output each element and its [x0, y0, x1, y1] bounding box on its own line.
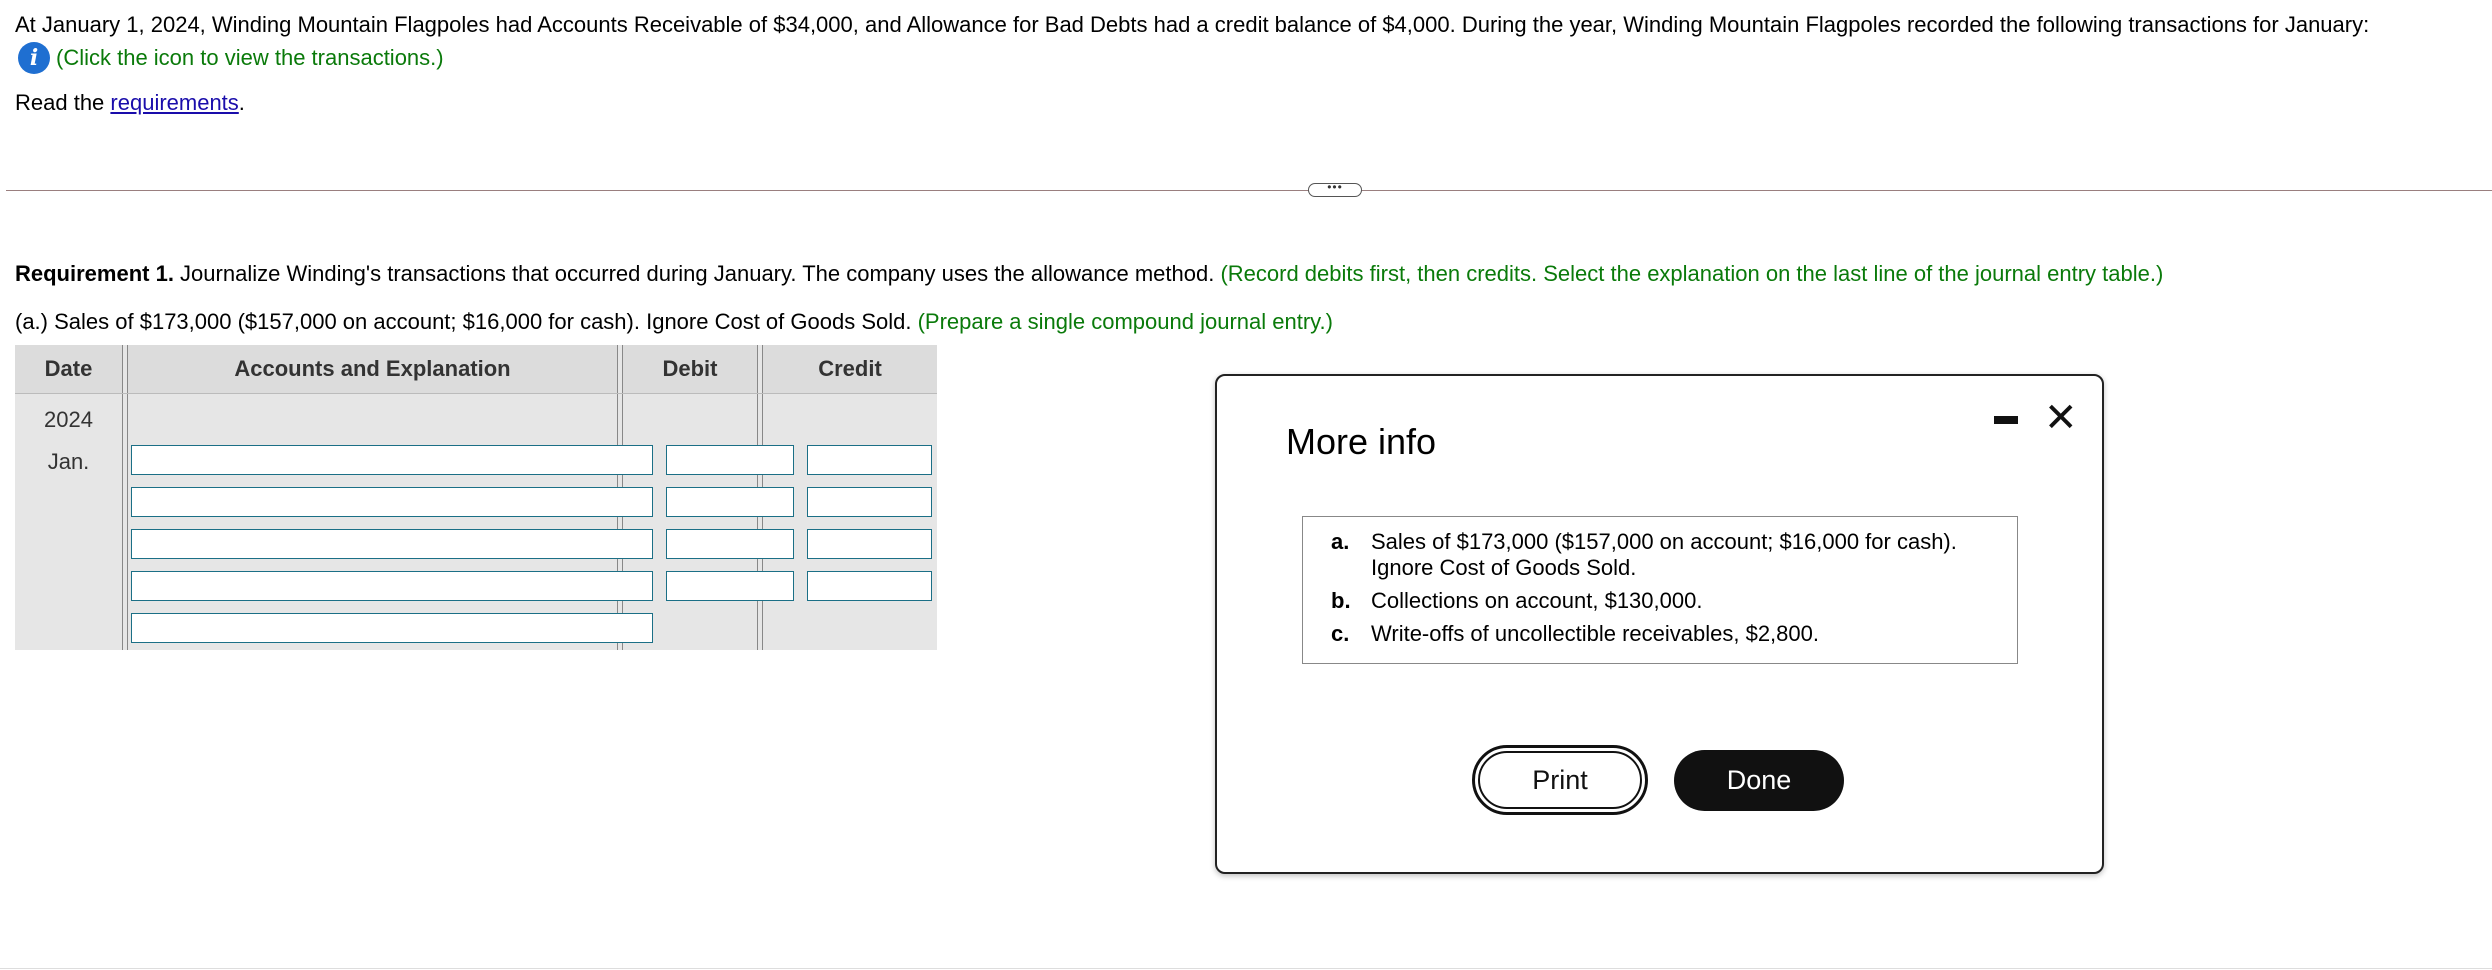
- requirement-1: Requirement 1. Journalize Winding's tran…: [15, 261, 2163, 287]
- transactions-list: a. Sales of $173,000 ($157,000 on accoun…: [1302, 516, 2018, 664]
- debit-input[interactable]: [666, 529, 794, 559]
- section-divider: [6, 190, 2492, 191]
- problem-intro: At January 1, 2024, Winding Mountain Fla…: [15, 12, 2370, 37]
- list-item-text: Sales of $173,000 ($157,000 on account; …: [1371, 529, 1957, 554]
- done-button[interactable]: Done: [1674, 750, 1844, 811]
- account-input[interactable]: [131, 529, 653, 559]
- print-button-label: Print: [1478, 751, 1642, 809]
- journal-entry-table: Date Accounts and Explanation Debit Cred…: [15, 345, 937, 650]
- header-debit: Debit: [623, 345, 757, 393]
- date-month: Jan.: [47, 449, 90, 474]
- requirement-1-label: Requirement 1.: [15, 261, 174, 286]
- credit-input[interactable]: [807, 529, 932, 559]
- header-accounts: Accounts and Explanation: [128, 345, 617, 393]
- header-rule: [15, 393, 937, 394]
- debit-input[interactable]: [666, 487, 794, 517]
- expand-more-button[interactable]: •••: [1308, 181, 1362, 197]
- account-input[interactable]: [131, 571, 653, 601]
- requirement-1-hint: (Record debits first, then credits. Sele…: [1220, 261, 2164, 286]
- click-icon-hint: (Click the icon to view the transactions…: [56, 45, 444, 70]
- transactions-hint-row: i (Click the icon to view the transactio…: [18, 42, 444, 74]
- date-year: 2024: [44, 407, 93, 432]
- print-button[interactable]: Print: [1472, 745, 1648, 815]
- list-item-text: Ignore Cost of Goods Sold.: [1371, 555, 1637, 580]
- column-divider: [122, 345, 128, 650]
- account-input[interactable]: [131, 487, 653, 517]
- bottom-rule: [0, 968, 2492, 969]
- part-a-text: (a.) Sales of $173,000 ($157,000 on acco…: [15, 309, 918, 334]
- read-requirements-row: Read the requirements.: [15, 90, 245, 116]
- header-date: Date: [15, 345, 122, 393]
- minimize-icon[interactable]: [1994, 416, 2018, 424]
- list-item-text: Collections on account, $130,000.: [1371, 588, 1703, 613]
- credit-input[interactable]: [807, 487, 932, 517]
- close-icon[interactable]: ✕: [2044, 398, 2078, 438]
- credit-input[interactable]: [807, 445, 932, 475]
- requirements-link[interactable]: requirements: [110, 90, 238, 115]
- part-a-hint: (Prepare a single compound journal entry…: [917, 309, 1333, 334]
- list-item-letter: c.: [1331, 621, 1350, 646]
- explanation-input[interactable]: [131, 613, 653, 643]
- debit-input[interactable]: [666, 571, 794, 601]
- list-item-letter: b.: [1331, 588, 1351, 613]
- dialog-title: More info: [1286, 421, 1437, 462]
- part-a-prompt: (a.) Sales of $173,000 ($157,000 on acco…: [15, 309, 1333, 335]
- header-credit: Credit: [763, 345, 937, 393]
- read-suffix: .: [238, 90, 245, 115]
- requirement-1-text: Journalize Winding's transactions that o…: [173, 261, 1221, 286]
- debit-input[interactable]: [666, 445, 794, 475]
- credit-input[interactable]: [807, 571, 932, 601]
- info-icon[interactable]: i: [18, 42, 50, 74]
- account-input[interactable]: [131, 445, 653, 475]
- list-item-letter: a.: [1331, 529, 1350, 554]
- read-prefix: Read the: [15, 90, 111, 115]
- list-item-text: Write-offs of uncollectible receivables,…: [1371, 621, 1819, 646]
